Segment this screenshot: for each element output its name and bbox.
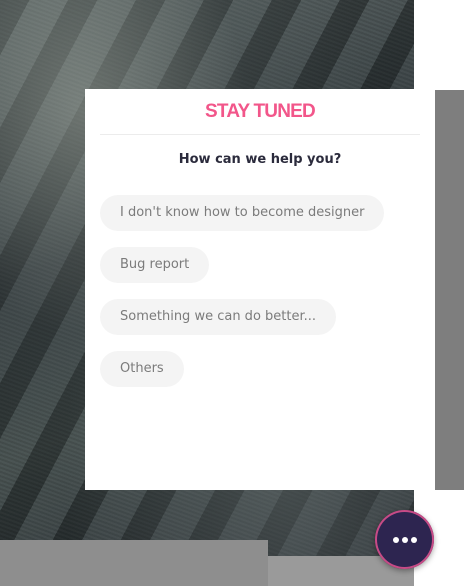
option-become-designer[interactable]: I don't know how to become designer bbox=[100, 195, 385, 231]
option-bug-report[interactable]: Bug report bbox=[100, 247, 210, 283]
popup-title: STAY TUNED bbox=[205, 101, 316, 122]
title-divider bbox=[100, 134, 420, 135]
option-others[interactable]: Others bbox=[100, 351, 184, 387]
more-dots-icon bbox=[392, 536, 417, 543]
chat-toggle-button[interactable] bbox=[375, 510, 434, 569]
help-popup: STAY TUNED How can we help you? I don't … bbox=[85, 89, 435, 490]
background-bottom-left bbox=[0, 540, 268, 586]
help-question: How can we help you? bbox=[178, 152, 342, 167]
option-do-better[interactable]: Something we can do better... bbox=[100, 299, 337, 335]
